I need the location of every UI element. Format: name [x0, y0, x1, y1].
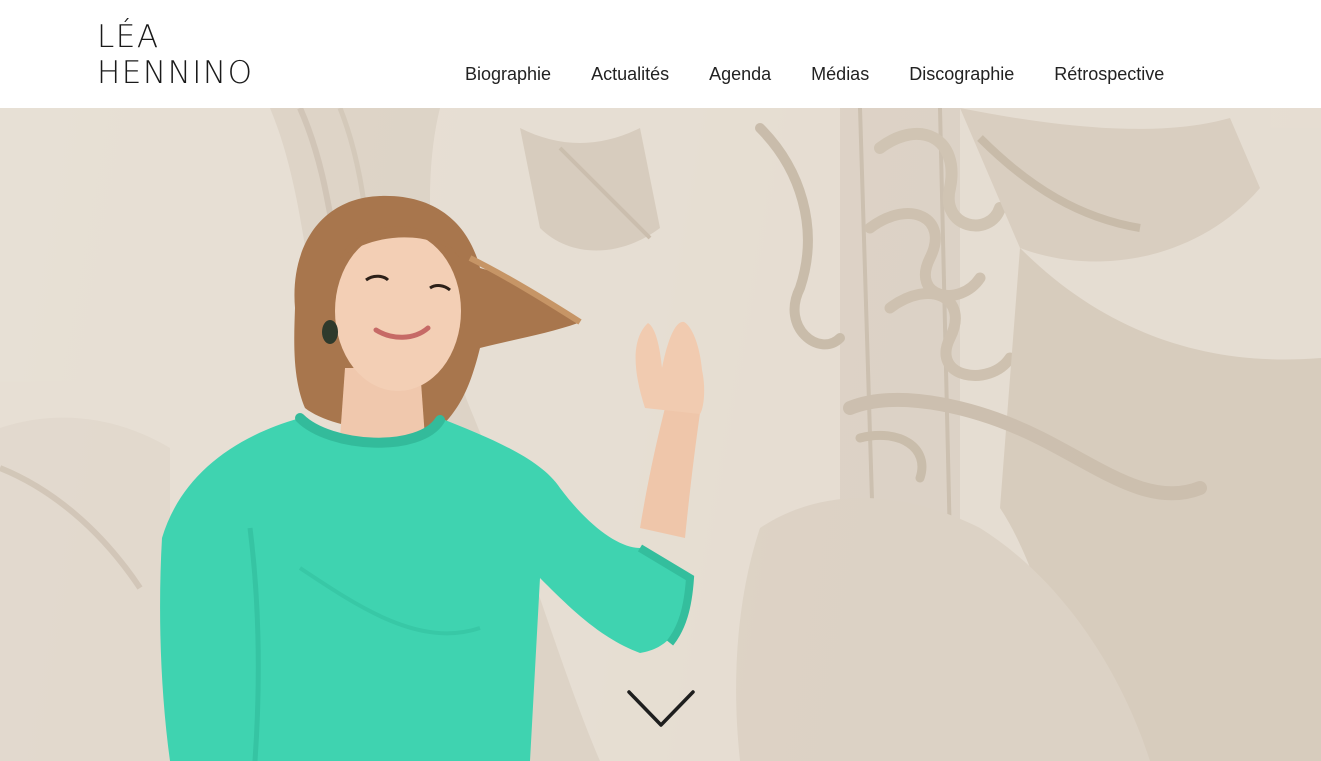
nav-item-discographie[interactable]: Discographie — [909, 62, 1014, 86]
hero-section — [0, 108, 1321, 761]
nav-item-agenda[interactable]: Agenda — [709, 62, 771, 86]
nav-item-retrospective[interactable]: Rétrospective — [1054, 62, 1164, 86]
nav-item-actualites[interactable]: Actualités — [591, 62, 669, 86]
main-nav: Biographie Actualités Agenda Médias Disc… — [465, 62, 1164, 86]
chevron-down-icon[interactable] — [626, 689, 696, 731]
site-logo[interactable]: LÉA HENNINO — [97, 19, 254, 91]
portrait-photo — [0, 108, 1321, 761]
site-header: LÉA HENNINO Biographie Actualités Agenda… — [0, 0, 1321, 108]
logo-line-1: LÉA — [97, 19, 160, 55]
nav-item-medias[interactable]: Médias — [811, 62, 869, 86]
logo-line-2: HENNINO — [97, 55, 254, 91]
nav-item-biographie[interactable]: Biographie — [465, 62, 551, 86]
